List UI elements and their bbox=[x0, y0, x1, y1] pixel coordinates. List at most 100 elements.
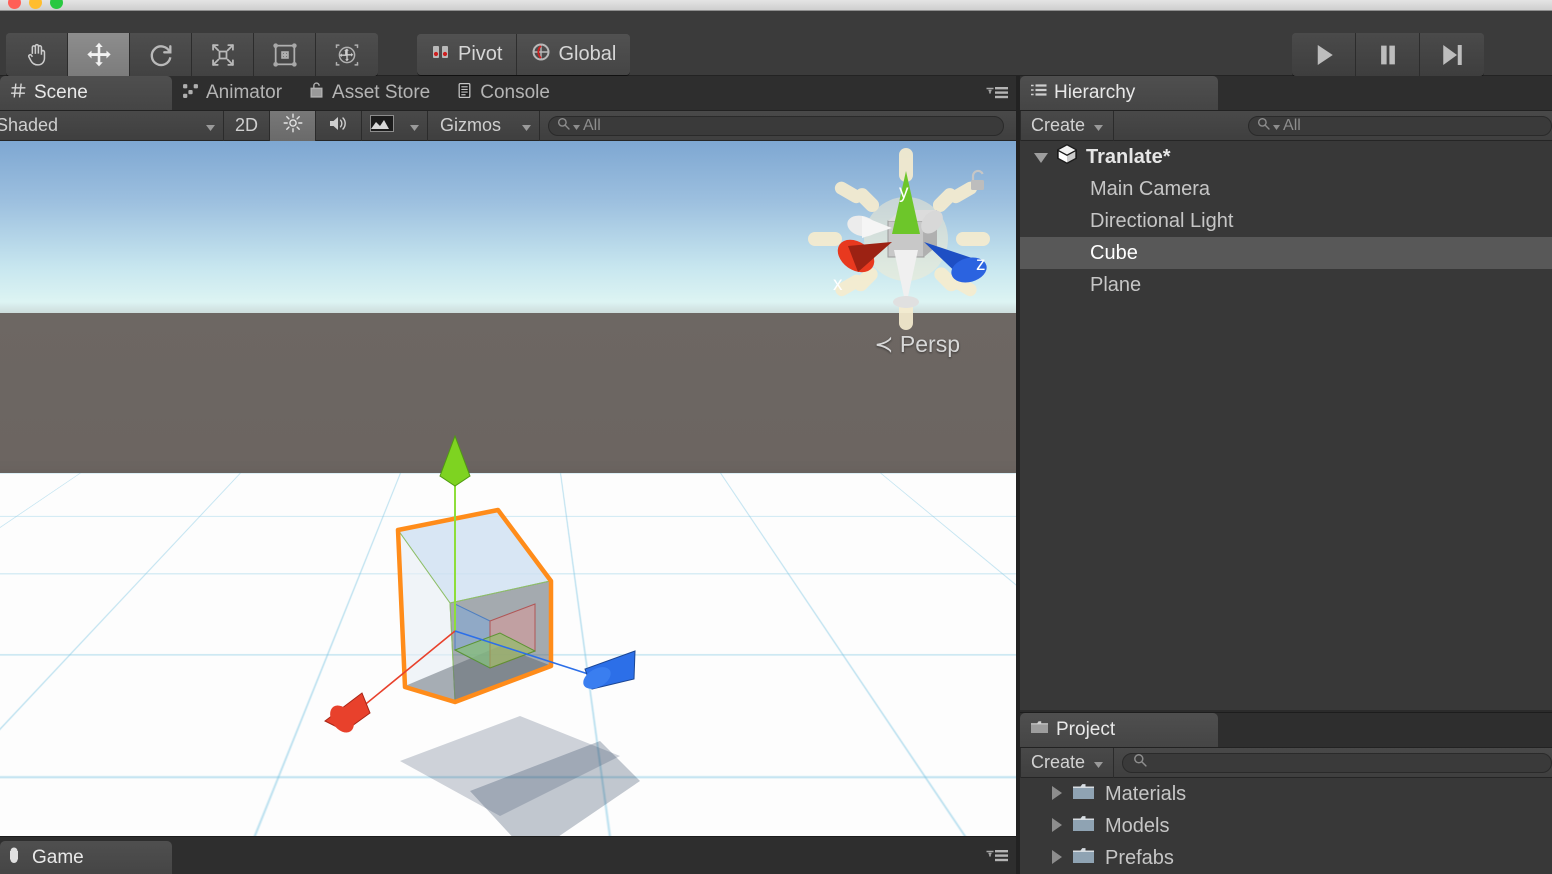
scene-effects-toggle[interactable] bbox=[362, 111, 402, 141]
search-dropdown-icon bbox=[573, 117, 580, 135]
maximize-window-button[interactable] bbox=[50, 0, 63, 9]
scale-tool-button[interactable] bbox=[192, 33, 254, 76]
expand-triangle-icon[interactable] bbox=[1052, 783, 1062, 806]
hierarchy-search-placeholder: All bbox=[1283, 116, 1301, 134]
scene-icon bbox=[10, 82, 27, 105]
pause-button[interactable] bbox=[1356, 33, 1420, 76]
tab-scene[interactable]: Scene bbox=[0, 76, 172, 110]
scene-viewport[interactable]: y x z ≺ Persp bbox=[0, 141, 1016, 836]
pivot-toggle-button[interactable]: Pivot bbox=[417, 34, 518, 75]
window-controls[interactable] bbox=[8, 0, 63, 9]
rect-tool-button[interactable] bbox=[254, 33, 316, 76]
tab-project[interactable]: Project bbox=[1020, 713, 1218, 747]
tab-project-label: Project bbox=[1056, 719, 1116, 740]
scene-search-input[interactable]: All bbox=[548, 115, 1004, 136]
persp-arrow-icon: ≺ bbox=[874, 331, 894, 357]
folder-icon bbox=[1072, 782, 1095, 807]
unity-scene-icon bbox=[1056, 143, 1078, 171]
projection-mode-label[interactable]: ≺ Persp bbox=[874, 331, 960, 358]
close-window-button[interactable] bbox=[8, 0, 21, 9]
hierarchy-row-scene[interactable]: Tranlate* bbox=[1020, 141, 1552, 173]
game-tabstrip: Game bbox=[0, 837, 1016, 874]
tab-hierarchy-label: Hierarchy bbox=[1054, 82, 1136, 103]
project-row-label: Models bbox=[1105, 814, 1170, 837]
chevron-down-icon bbox=[196, 115, 215, 136]
unity-editor-window: Pivot Global Scene Animator Asset Store … bbox=[0, 0, 1552, 874]
step-button[interactable] bbox=[1420, 33, 1484, 76]
pivot-global-group: Pivot Global bbox=[417, 34, 631, 75]
scene-panel: Scene Animator Asset Store Console Shade… bbox=[0, 76, 1016, 836]
scene-effects-dropdown[interactable] bbox=[402, 110, 428, 141]
tab-hierarchy[interactable]: Hierarchy bbox=[1020, 76, 1218, 110]
project-row-label: Materials bbox=[1105, 782, 1187, 805]
rotate-tool-button[interactable] bbox=[130, 33, 192, 76]
hierarchy-create-button[interactable]: Create bbox=[1020, 110, 1115, 141]
scene-tabstrip: Scene Animator Asset Store Console bbox=[0, 76, 1016, 111]
transform-tool-button[interactable] bbox=[316, 33, 378, 76]
global-toggle-button[interactable]: Global bbox=[517, 34, 631, 75]
minimize-window-button[interactable] bbox=[29, 0, 42, 9]
hierarchy-row-label: Tranlate* bbox=[1086, 145, 1171, 168]
tab-asset-store[interactable]: Asset Store bbox=[298, 76, 446, 110]
hierarchy-row-cube[interactable]: Cube bbox=[1020, 237, 1552, 269]
effects-icon bbox=[370, 114, 394, 137]
speaker-icon bbox=[328, 114, 349, 138]
hierarchy-search-input[interactable]: All bbox=[1248, 115, 1552, 136]
expand-triangle-icon[interactable] bbox=[1034, 146, 1048, 169]
pivot-label: Pivot bbox=[458, 43, 503, 65]
console-icon bbox=[456, 82, 473, 105]
gizmos-dropdown[interactable]: Gizmos bbox=[428, 110, 540, 141]
sun-icon bbox=[283, 113, 303, 138]
expand-triangle-icon[interactable] bbox=[1052, 815, 1062, 838]
lock-icon[interactable] bbox=[968, 169, 988, 198]
project-search-input[interactable] bbox=[1122, 752, 1552, 773]
tab-animator[interactable]: Animator bbox=[172, 76, 298, 110]
folder-icon bbox=[1072, 814, 1095, 839]
hierarchy-create-label: Create bbox=[1031, 115, 1086, 135]
tab-console-label: Console bbox=[480, 82, 550, 103]
global-label: Global bbox=[558, 43, 617, 65]
play-button[interactable] bbox=[1292, 33, 1356, 76]
project-create-label: Create bbox=[1031, 752, 1086, 772]
tab-scene-label: Scene bbox=[34, 82, 88, 103]
expand-triangle-icon[interactable] bbox=[1052, 847, 1062, 870]
pivot-icon bbox=[431, 42, 451, 68]
scene-lighting-toggle[interactable] bbox=[270, 110, 316, 141]
hierarchy-row-label: Cube bbox=[1090, 241, 1138, 264]
gizmo-axis-x-label: x bbox=[833, 274, 843, 295]
game-panel: Game bbox=[0, 836, 1016, 874]
draw-mode-label: Shaded bbox=[0, 115, 59, 135]
playback-controls-group bbox=[1292, 33, 1484, 76]
move-tool-button[interactable] bbox=[68, 33, 130, 76]
two-d-label: 2D bbox=[234, 115, 258, 135]
tab-asset-store-label: Asset Store bbox=[332, 82, 431, 103]
hierarchy-row-plane[interactable]: Plane bbox=[1020, 269, 1552, 301]
tab-game[interactable]: Game bbox=[0, 841, 172, 874]
hierarchy-row-main-camera[interactable]: Main Camera bbox=[1020, 173, 1552, 205]
tab-animator-label: Animator bbox=[206, 82, 283, 103]
hand-tool-button[interactable] bbox=[6, 33, 68, 76]
project-create-button[interactable]: Create bbox=[1020, 747, 1115, 778]
search-icon bbox=[557, 117, 570, 135]
game-panel-options-icon[interactable] bbox=[986, 848, 1008, 870]
project-row-materials[interactable]: Materials bbox=[1020, 778, 1552, 810]
draw-mode-dropdown[interactable]: Shaded bbox=[0, 110, 224, 141]
scene-view-toolbar: Shaded 2D Gizmos All bbox=[0, 110, 1016, 141]
scene-panel-options-icon[interactable] bbox=[986, 85, 1008, 107]
project-row-models[interactable]: Models bbox=[1020, 810, 1552, 842]
hierarchy-row-label: Plane bbox=[1090, 273, 1142, 296]
global-icon bbox=[531, 42, 551, 68]
hierarchy-row-directional-light[interactable]: Directional Light bbox=[1020, 205, 1552, 237]
scene-audio-toggle[interactable] bbox=[316, 110, 362, 141]
hierarchy-toolbar: Create All bbox=[1020, 110, 1552, 141]
gizmo-axis-y-label: y bbox=[899, 182, 909, 203]
main-toolbar: Pivot Global bbox=[0, 11, 1552, 76]
two-d-toggle-button[interactable]: 2D bbox=[224, 110, 270, 141]
hierarchy-tree: Tranlate* Main Camera Directional Light … bbox=[1020, 141, 1552, 710]
asset-store-icon bbox=[308, 81, 325, 105]
project-row-label: Prefabs bbox=[1105, 846, 1174, 869]
tab-console[interactable]: Console bbox=[446, 76, 566, 110]
hierarchy-panel: Hierarchy Create All Tranlate* Main Came… bbox=[1020, 76, 1552, 710]
project-tabstrip: Project bbox=[1020, 713, 1552, 748]
project-row-prefabs[interactable]: Prefabs bbox=[1020, 842, 1552, 874]
